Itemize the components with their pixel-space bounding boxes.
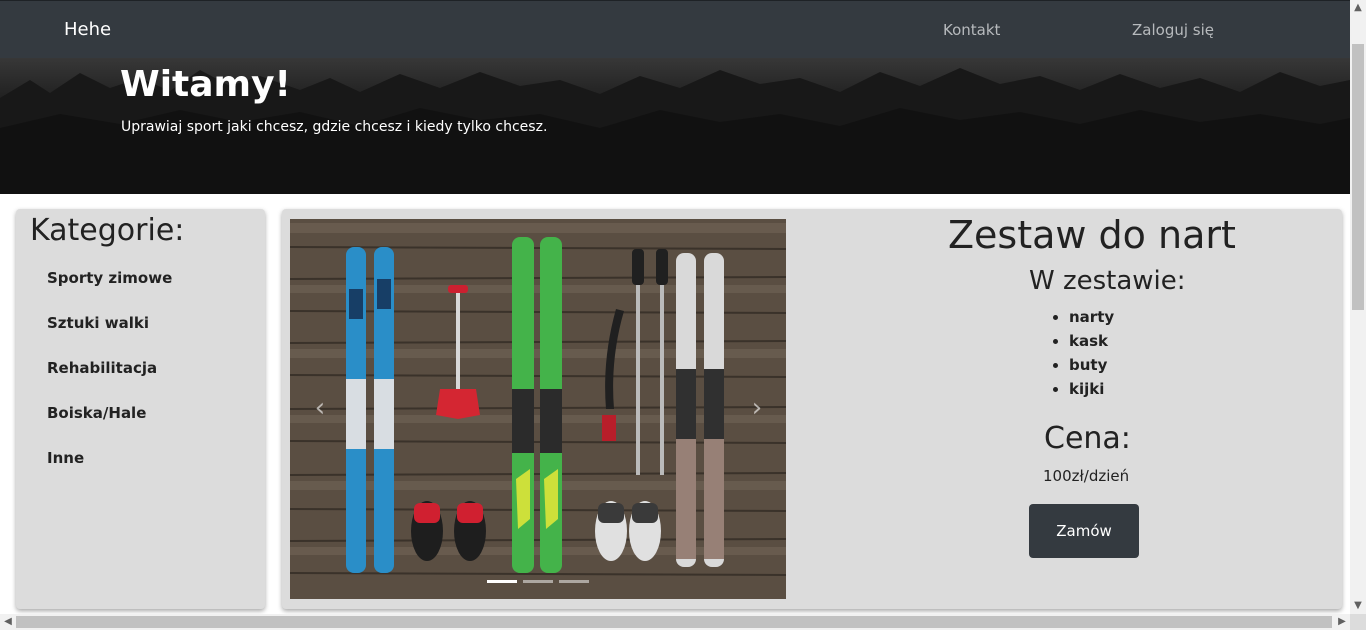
category-item[interactable]: Inne — [47, 449, 172, 494]
navbar: Hehe Kontakt Zaloguj się — [0, 0, 1350, 58]
category-item[interactable]: Boiska/Hale — [47, 404, 172, 449]
carousel-indicator[interactable] — [559, 580, 589, 583]
scroll-up-arrow-icon[interactable]: ▲ — [1350, 0, 1366, 16]
product-title: Zestaw do nart — [948, 213, 1236, 257]
product-carousel[interactable]: ‹ › — [290, 219, 786, 599]
carousel-next-chevron-right-icon[interactable]: › — [747, 395, 767, 421]
product-card: ‹ › Zestaw do nart W zestawie: narty kas… — [282, 209, 1342, 609]
categories-title: Kategorie: — [30, 213, 185, 248]
carousel-prev-chevron-left-icon[interactable]: ‹ — [310, 395, 330, 421]
set-item: buty — [1069, 356, 1114, 380]
scroll-right-arrow-icon[interactable]: ▶ — [1334, 614, 1350, 630]
category-item[interactable]: Rehabilitacja — [47, 359, 172, 404]
hero-banner: Witamy! Uprawiaj sport jaki chcesz, gdzi… — [0, 58, 1350, 194]
nav-link-login[interactable]: Zaloguj się — [1132, 21, 1214, 39]
set-title: W zestawie: — [1029, 266, 1186, 296]
hero-title: Witamy! — [120, 64, 291, 105]
scroll-down-arrow-icon[interactable]: ▼ — [1350, 598, 1366, 614]
carousel-indicator[interactable] — [523, 580, 553, 583]
carousel-indicator[interactable] — [487, 580, 517, 583]
set-item: narty — [1069, 308, 1114, 332]
vertical-scrollbar-thumb[interactable] — [1352, 44, 1364, 310]
set-items-list: narty kask buty kijki — [1069, 308, 1114, 404]
categories-list: Sporty zimowe Sztuki walki Rehabilitacja… — [47, 269, 172, 494]
hero-subtitle: Uprawiaj sport jaki chcesz, gdzie chcesz… — [121, 119, 548, 135]
navbar-brand[interactable]: Hehe — [64, 19, 111, 40]
scrollbar-corner — [1350, 614, 1366, 630]
price-title: Cena: — [1044, 421, 1131, 456]
categories-card: Kategorie: Sporty zimowe Sztuki walki Re… — [16, 209, 265, 609]
ski-set-image — [290, 219, 786, 599]
scroll-left-arrow-icon[interactable]: ◀ — [0, 614, 16, 630]
order-button[interactable]: Zamów — [1029, 504, 1139, 558]
horizontal-scrollbar-thumb[interactable] — [16, 616, 1332, 628]
category-item[interactable]: Sporty zimowe — [47, 269, 172, 314]
set-item: kask — [1069, 332, 1114, 356]
price-value: 100zł/dzień — [1043, 467, 1130, 485]
category-item[interactable]: Sztuki walki — [47, 314, 172, 359]
nav-link-contact[interactable]: Kontakt — [943, 21, 1000, 39]
set-item: kijki — [1069, 380, 1114, 404]
